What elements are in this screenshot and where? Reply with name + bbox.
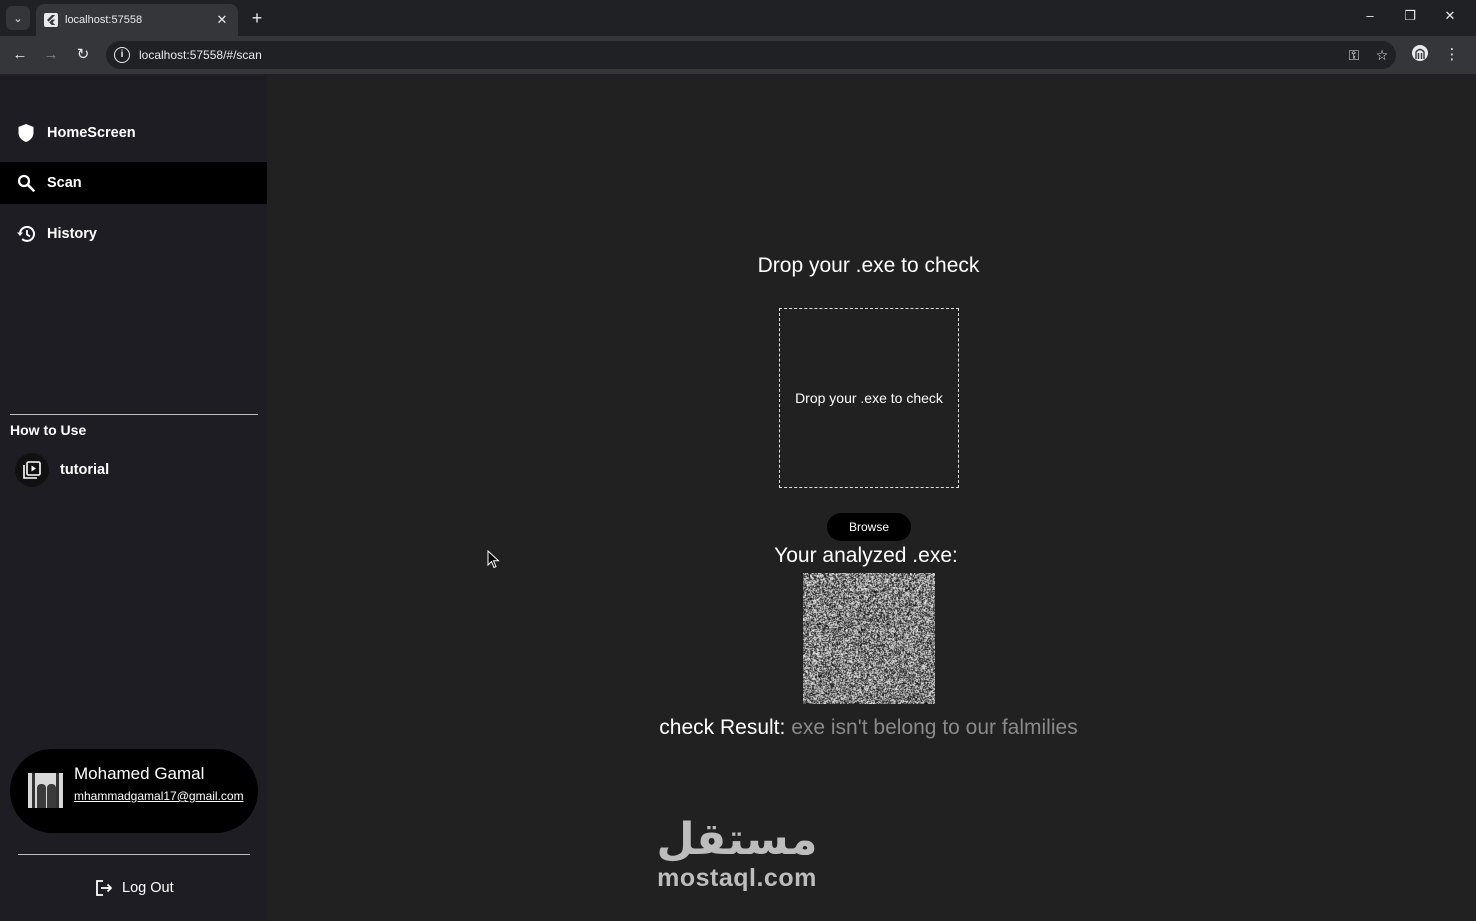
result-value: exe isn't belong to our falmilies <box>791 716 1078 739</box>
site-info-icon[interactable]: i <box>114 47 130 63</box>
profile-card[interactable]: Mohamed Gamal mhammadgamal17@gmail.com <box>10 749 258 833</box>
sidebar-item-label: HomeScreen <box>47 125 136 141</box>
profile-avatar-icon <box>1412 45 1428 61</box>
close-window-button[interactable]: ✕ <box>1438 8 1462 24</box>
bookmark-star-icon[interactable]: ☆ <box>1368 47 1396 64</box>
tutorial-item[interactable]: tutorial <box>15 453 109 487</box>
history-icon <box>16 224 36 244</box>
logout-label: Log Out <box>122 880 174 896</box>
tab-close-icon[interactable]: ✕ <box>212 12 232 28</box>
tab-title: localhost:57558 <box>65 14 143 26</box>
watermark-logo: مستقل <box>656 815 818 864</box>
sidebar-item-label: Scan <box>47 175 82 191</box>
mostaql-watermark: مستقل mostaql.com <box>647 816 827 893</box>
minimize-button[interactable]: – <box>1358 8 1382 23</box>
profile-name: Mohamed Gamal <box>74 764 205 783</box>
analyzed-exe-image <box>803 573 935 704</box>
sidebar-item-label: History <box>47 226 97 242</box>
main-content: Drop your .exe to check Drop your .exe t… <box>267 76 1476 921</box>
shield-icon <box>16 123 36 143</box>
logout-icon <box>94 878 114 898</box>
sidebar: HomeScreen Scan History How to Use tutor… <box>0 76 267 921</box>
browser-window: ⌄ localhost:57558 ✕ + – ❐ ✕ ← → ↻ i loca… <box>0 0 1476 921</box>
sidebar-item-scan[interactable]: Scan <box>0 162 267 204</box>
sidebar-divider <box>10 414 258 415</box>
url-text[interactable]: localhost:57558/#/scan <box>139 48 1340 62</box>
new-tab-button[interactable]: + <box>246 7 268 29</box>
file-dropzone[interactable]: Drop your .exe to check <box>779 308 959 488</box>
check-result: check Result: exe isn't belong to our fa… <box>267 716 1470 740</box>
dropzone-text: Drop your .exe to check <box>795 390 943 406</box>
mouse-cursor-icon <box>487 550 500 569</box>
password-key-icon[interactable]: ⚿ <box>1340 47 1368 64</box>
sidebar-divider-bottom <box>18 854 250 855</box>
browser-tab[interactable]: localhost:57558 ✕ <box>36 4 238 36</box>
reload-button[interactable]: ↻ <box>73 45 93 65</box>
search-icon <box>16 173 36 193</box>
video-library-icon <box>15 453 49 487</box>
result-label: check Result: <box>659 716 786 739</box>
address-bar[interactable]: i localhost:57558/#/scan ⚿ ☆ <box>106 41 1396 69</box>
sidebar-item-history[interactable]: History <box>0 213 267 255</box>
forward-button[interactable]: → <box>41 45 61 65</box>
browser-toolbar: ← → ↻ i localhost:57558/#/scan ⚿ ☆ ⋮ <box>0 36 1476 74</box>
browse-button[interactable]: Browse <box>827 513 911 541</box>
logout-button[interactable]: Log Out <box>94 878 174 898</box>
section-title-how-to-use: How to Use <box>10 422 87 438</box>
profile-email[interactable]: mhammadgamal17@gmail.com <box>74 788 244 805</box>
page-title: Drop your .exe to check <box>757 254 980 277</box>
tutorial-label: tutorial <box>60 462 110 478</box>
back-button[interactable]: ← <box>10 45 30 65</box>
avatar <box>28 773 63 808</box>
restore-button[interactable]: ❐ <box>1398 8 1422 24</box>
profile-icon[interactable] <box>1409 44 1431 66</box>
tab-strip: ⌄ localhost:57558 ✕ + – ❐ ✕ <box>0 0 1476 36</box>
flutter-favicon-icon <box>44 13 58 27</box>
browser-menu-icon[interactable]: ⋮ <box>1441 44 1463 66</box>
tab-search-button[interactable]: ⌄ <box>6 6 30 30</box>
app-area: HomeScreen Scan History How to Use tutor… <box>0 76 1476 921</box>
watermark-text: mostaql.com <box>657 864 817 892</box>
sidebar-item-homescreen[interactable]: HomeScreen <box>0 112 267 154</box>
analyzed-label: Your analyzed .exe: <box>774 544 958 567</box>
